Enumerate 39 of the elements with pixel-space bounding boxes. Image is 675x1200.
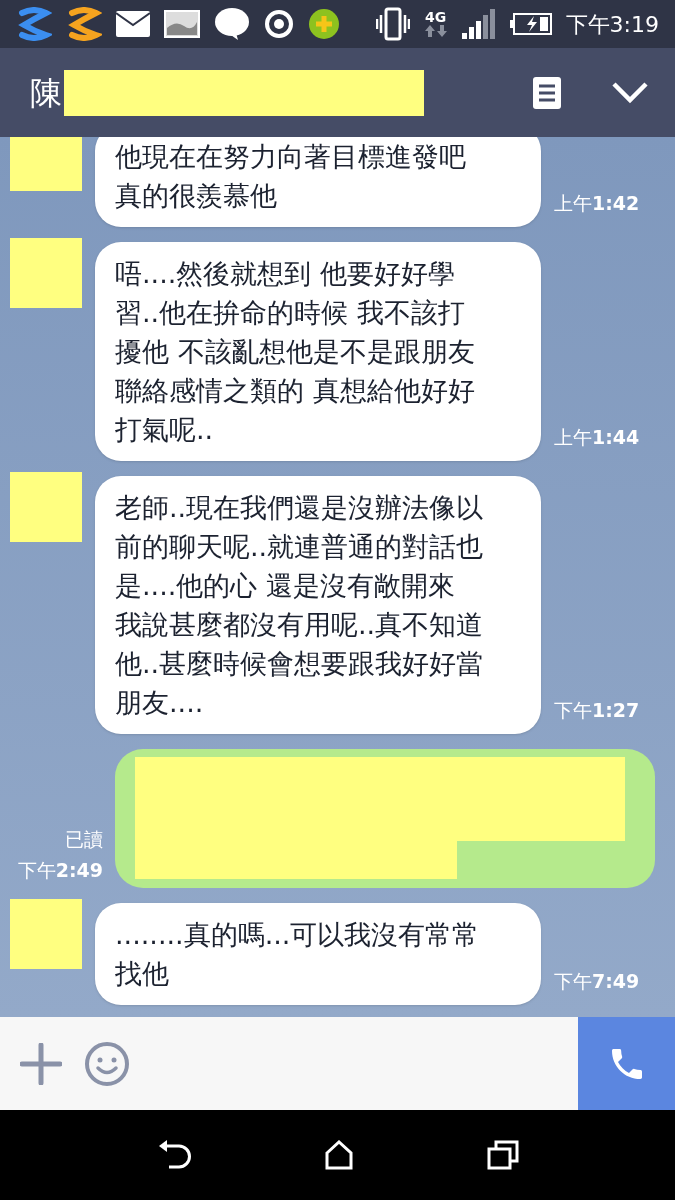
signal-icon [461,9,496,39]
redaction-block [10,472,82,542]
vibrate-icon [375,7,410,41]
chevron-down-icon [611,80,649,105]
home-button[interactable] [323,1140,354,1170]
network-type: 4G [424,10,447,24]
redaction-block [10,238,82,308]
record-icon [264,9,294,39]
redaction-block [10,137,82,191]
image-icon [164,10,200,38]
notes-icon [533,76,561,109]
message-bubble: 唔....然後就想到 他要好好學 習..他在拚命的時候 我不該打 擾他 不該亂想他是不是跟朋友 聯絡感情之類的 真想給他好好 打氣呢.. [95,242,541,461]
chat-bubble-icon [214,7,250,41]
recent-apps-icon [486,1140,519,1170]
message-bubble: 他現在在努力向著目標進發吧 真的很羨慕他 [95,137,541,227]
data-arrows-icon [423,24,448,38]
collapse-button[interactable] [611,80,649,105]
home-icon [323,1140,354,1170]
battery-icon [509,13,552,35]
message-time: 下午1:27 [554,699,640,721]
plus-icon [20,1042,62,1085]
call-button[interactable] [578,1017,675,1110]
read-receipt: 已讀 [65,830,103,849]
smiley-icon [84,1040,130,1087]
emoji-button[interactable] [84,1040,130,1087]
mail-icon [116,11,150,37]
notes-button[interactable] [533,76,561,109]
message-time: 上午1:42 [554,192,640,214]
recent-apps-button[interactable] [486,1140,519,1170]
message-time: 下午2:49 [17,861,103,880]
message-bubble: 老師..現在我們還是沒辦法像以 前的聊天呢..就連普通的對話也 是....他的心 還是沒有敞開來 我說甚麼都沒有用呢..真不知道 他..甚麼時候會想要跟我好好當 朋友.... [95,476,541,734]
redaction-block [10,899,82,969]
add-button[interactable] [20,1042,62,1085]
chat-title: 陳 [30,72,62,114]
plus-circle-icon [308,8,340,40]
message-bubble: ........真的嗎...可以我沒有常常 找他 [95,903,541,1005]
message-time: 上午1:44 [554,426,640,448]
message-time: 下午7:49 [554,970,640,992]
clock: 下午3:19 [565,10,659,39]
